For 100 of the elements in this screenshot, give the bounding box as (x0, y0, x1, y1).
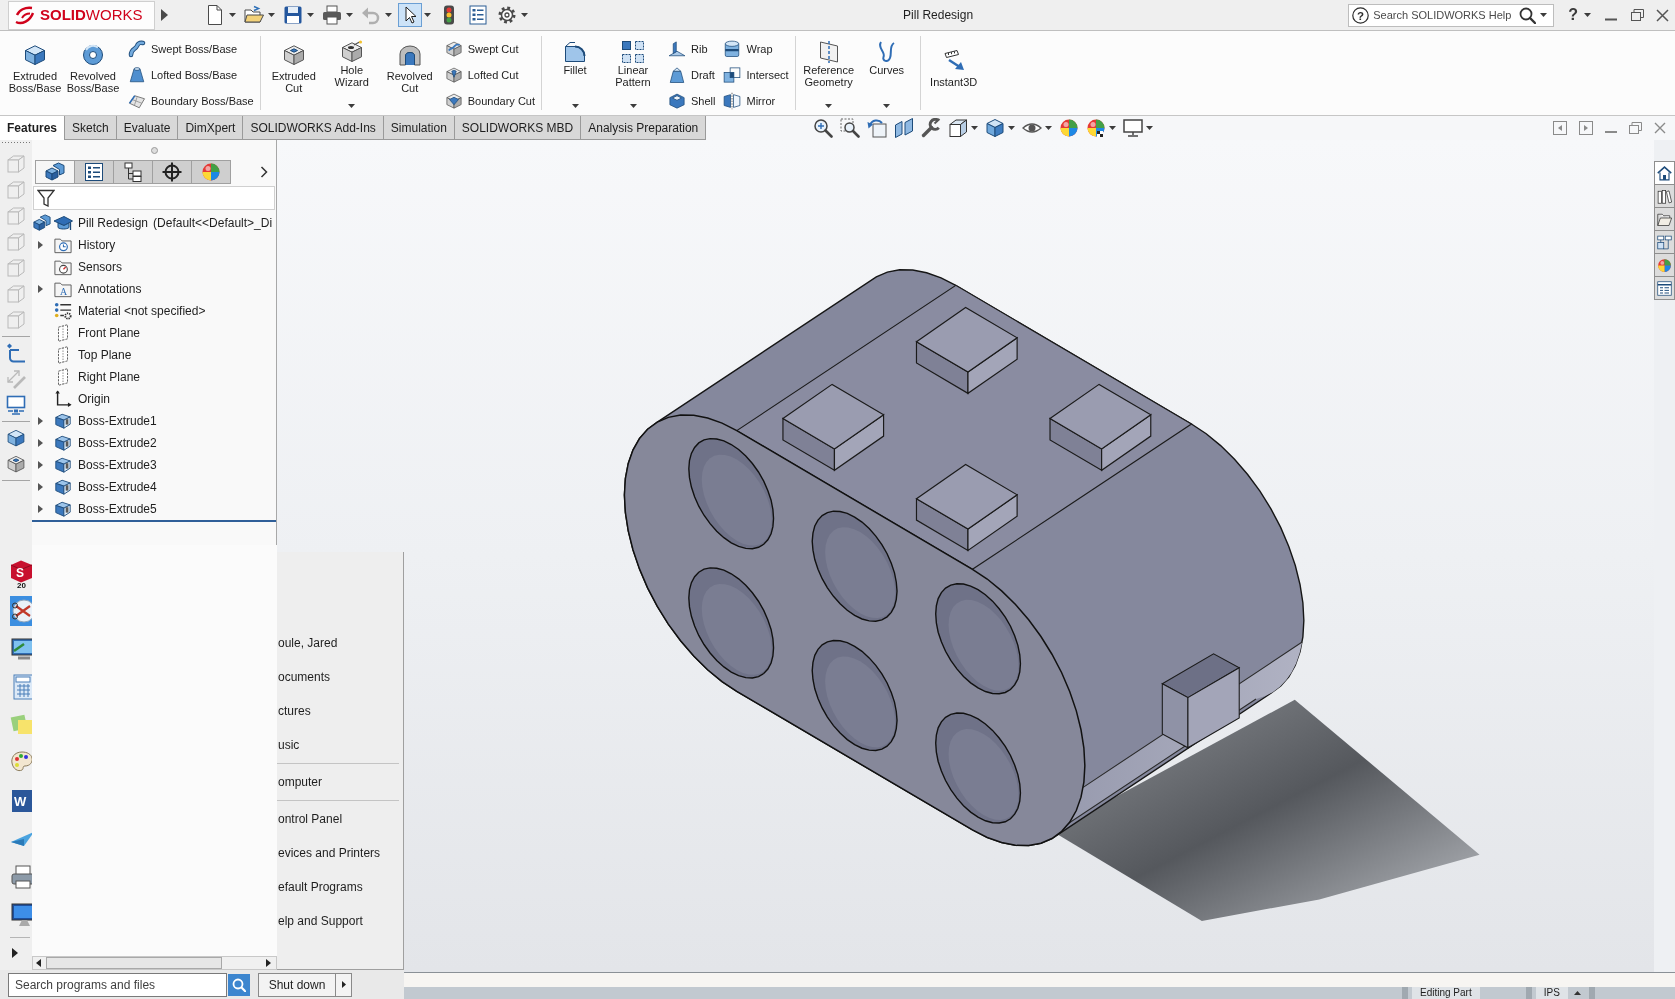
start-menu-link[interactable]: evices and Printers (277, 836, 403, 870)
panel-tab[interactable] (113, 160, 153, 184)
revolved-cut-button[interactable]: Revolved Cut (380, 31, 439, 115)
back-arrow-icon[interactable] (867, 118, 888, 138)
expand-arrow-icon[interactable] (38, 461, 43, 469)
mirror-button[interactable]: Mirror (721, 88, 791, 114)
panel-tab[interactable] (74, 160, 114, 184)
splitter-grip-icon[interactable] (150, 146, 158, 154)
panel-tab[interactable] (152, 160, 192, 184)
fillet-button[interactable]: Fillet (546, 31, 604, 115)
caret-icon[interactable] (971, 126, 979, 130)
sphere-checker-icon[interactable] (1086, 118, 1107, 138)
caret-icon[interactable] (825, 104, 833, 108)
extruded-block-icon[interactable] (6, 428, 26, 448)
intersect-button[interactable]: Intersect (721, 62, 791, 88)
cut-block-icon[interactable] (6, 454, 26, 474)
triangle-right-icon[interactable] (12, 948, 18, 958)
tree-item[interactable]: Sensors (78, 258, 123, 276)
view-cube-icon[interactable] (948, 118, 969, 138)
sliced-block-icon[interactable] (894, 118, 915, 138)
task-pane-tab[interactable] (1654, 184, 1675, 208)
tree-item[interactable]: Boss-Extrude4 (78, 478, 157, 496)
extruded-cut-button[interactable]: Extruded Cut (264, 31, 323, 115)
tree-item[interactable]: Boss-Extrude1 (78, 412, 157, 430)
scroll-thumb[interactable] (46, 957, 222, 969)
triangle-right-icon[interactable] (341, 981, 346, 988)
start-menu-link[interactable]: oule, Jared (277, 626, 403, 660)
printer-icon[interactable] (321, 4, 343, 26)
shut-down-button[interactable]: Shut down (258, 972, 336, 997)
caret-icon[interactable] (1540, 13, 1548, 17)
panel-left-icon[interactable] (1553, 121, 1567, 135)
caret-icon[interactable] (883, 104, 891, 108)
caret-icon[interactable] (1584, 13, 1591, 17)
property-sheet-icon[interactable] (467, 4, 489, 26)
expand-arrow-icon[interactable] (161, 9, 168, 21)
caret-icon[interactable] (571, 104, 579, 108)
expand-arrow-icon[interactable] (38, 241, 43, 249)
panel-right-icon[interactable] (1579, 121, 1593, 135)
caret-icon[interactable] (1573, 991, 1581, 995)
rib-button[interactable]: Rib (666, 36, 718, 62)
tree-item[interactable]: Boss-Extrude2 (78, 434, 157, 452)
start-menu-link[interactable]: ontrol Panel (277, 802, 403, 836)
open-folder-icon[interactable] (243, 4, 265, 26)
command-tab[interactable]: Simulation (383, 116, 455, 140)
shaded-cube-icon[interactable] (985, 118, 1006, 138)
boundary-cut-button[interactable]: Boundary Cut (442, 88, 537, 114)
help-search-field[interactable]: Search SOLIDWORKS Help (1373, 6, 1516, 24)
task-pane-tab[interactable] (1654, 161, 1675, 185)
command-tab[interactable]: Analysis Preparation (581, 116, 707, 140)
draft-button[interactable]: Draft (666, 62, 718, 88)
sketch-corner-icon[interactable] (6, 343, 26, 363)
boundary-boss-button[interactable]: Boundary Boss/Base (126, 88, 256, 114)
reference-geometry-button[interactable]: Reference Geometry (799, 31, 858, 115)
hole-wizard-button[interactable]: Hole Wizard (322, 31, 381, 115)
zoom-magnifier-icon[interactable] (813, 118, 834, 138)
monitor-icon[interactable] (6, 395, 26, 415)
wrench-icon[interactable] (921, 118, 942, 138)
monitor-icon[interactable] (1123, 118, 1144, 138)
shell-button[interactable]: Shell (666, 88, 718, 114)
expand-arrow-icon[interactable] (38, 483, 43, 491)
part-name[interactable]: Pill Redesign (78, 214, 149, 232)
search-icon[interactable] (1519, 6, 1537, 24)
tree-item[interactable]: Material <not specified> (78, 302, 206, 320)
start-menu-link[interactable]: omputer (277, 765, 403, 799)
tree-item[interactable]: History (78, 236, 116, 254)
wrap-button[interactable]: Wrap (721, 36, 791, 62)
start-menu-link[interactable]: elp and Support (277, 904, 403, 938)
tree-item[interactable]: Boss-Extrude5 (78, 500, 157, 518)
task-pane-tab[interactable] (1654, 276, 1675, 300)
filter-icon[interactable] (37, 189, 55, 207)
caret-icon[interactable] (307, 13, 314, 17)
tree-item[interactable]: Boss-Extrude3 (78, 456, 157, 474)
restore-icon[interactable] (1631, 9, 1644, 21)
swept-boss-button[interactable]: Swept Boss/Base (126, 36, 256, 62)
caret-icon[interactable] (424, 13, 431, 17)
swept-cut-button[interactable]: Swept Cut (442, 36, 537, 62)
expand-arrow-icon[interactable] (38, 285, 43, 293)
task-pane-tab[interactable] (1654, 230, 1675, 254)
tree-item[interactable]: Front Plane (78, 324, 141, 342)
caret-icon[interactable] (1008, 126, 1016, 130)
close-icon[interactable] (1656, 8, 1669, 22)
caret-icon[interactable] (1109, 126, 1117, 130)
chevron-right-icon[interactable] (260, 166, 268, 178)
revolved-boss-button[interactable]: Revolved Boss/Base (64, 31, 122, 115)
scroll-right-icon[interactable] (266, 959, 271, 967)
curves-button[interactable]: Curves (857, 31, 916, 115)
caret-icon[interactable] (1045, 126, 1053, 130)
caret-icon[interactable] (521, 13, 528, 17)
caret-icon[interactable] (268, 13, 275, 17)
caret-icon[interactable] (348, 104, 356, 108)
tree-item[interactable]: Top Plane (78, 346, 132, 364)
help-search-bar[interactable]: ? Search SOLIDWORKS Help (1348, 3, 1555, 27)
filter-field[interactable] (33, 186, 275, 210)
command-tab[interactable]: DimXpert (178, 116, 244, 140)
start-menu-link[interactable]: ocuments (277, 660, 403, 694)
expand-arrow-icon[interactable] (38, 417, 43, 425)
caret-icon[interactable] (346, 13, 353, 17)
command-tab[interactable]: SOLIDWORKS MBD (454, 116, 582, 140)
task-pane-tab[interactable] (1654, 207, 1675, 231)
tree-item[interactable]: Annotations (78, 280, 142, 298)
